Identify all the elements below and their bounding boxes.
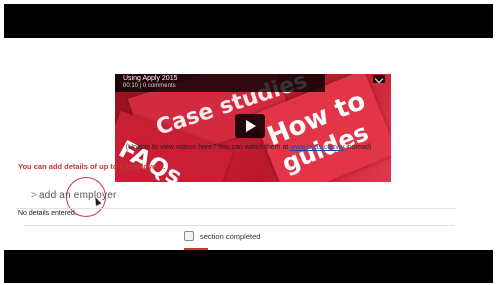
divider <box>24 225 454 226</box>
letterbox-top <box>4 4 493 38</box>
video-fallback-text: (Unable to view videos here? You can wat… <box>4 144 493 151</box>
letterbox-bottom <box>4 250 493 283</box>
chevron-right-icon: > <box>31 190 38 201</box>
section-completed-row[interactable]: section completed <box>184 231 260 241</box>
employers-limit-note: You can add details of up to 5 employers… <box>18 162 166 171</box>
video-meta: 00:10 | 0 comments <box>123 83 176 89</box>
no-details-text: No details entered. <box>18 210 77 217</box>
page-content: Case studies How to guides FAQs Using Ap… <box>4 38 493 250</box>
add-employer-link[interactable]: > add an employer <box>31 190 117 201</box>
divider <box>16 208 456 209</box>
share-icon[interactable] <box>373 74 385 84</box>
ucas-tv-link[interactable]: www.ucas.com/tv <box>290 144 344 151</box>
play-button[interactable] <box>235 114 265 138</box>
video-title[interactable]: Using Apply 2015 <box>123 75 177 82</box>
add-employer-label: add an employer <box>39 190 117 201</box>
section-completed-checkbox[interactable] <box>184 231 194 241</box>
video-title-bar: Using Apply 2015 00:10 | 0 comments <box>115 74 325 92</box>
section-completed-label: section completed <box>200 231 261 241</box>
fallback-prefix: (Unable to view videos here? You can wat… <box>125 144 291 151</box>
fallback-suffix: instead) <box>344 144 372 151</box>
play-icon <box>246 120 256 132</box>
